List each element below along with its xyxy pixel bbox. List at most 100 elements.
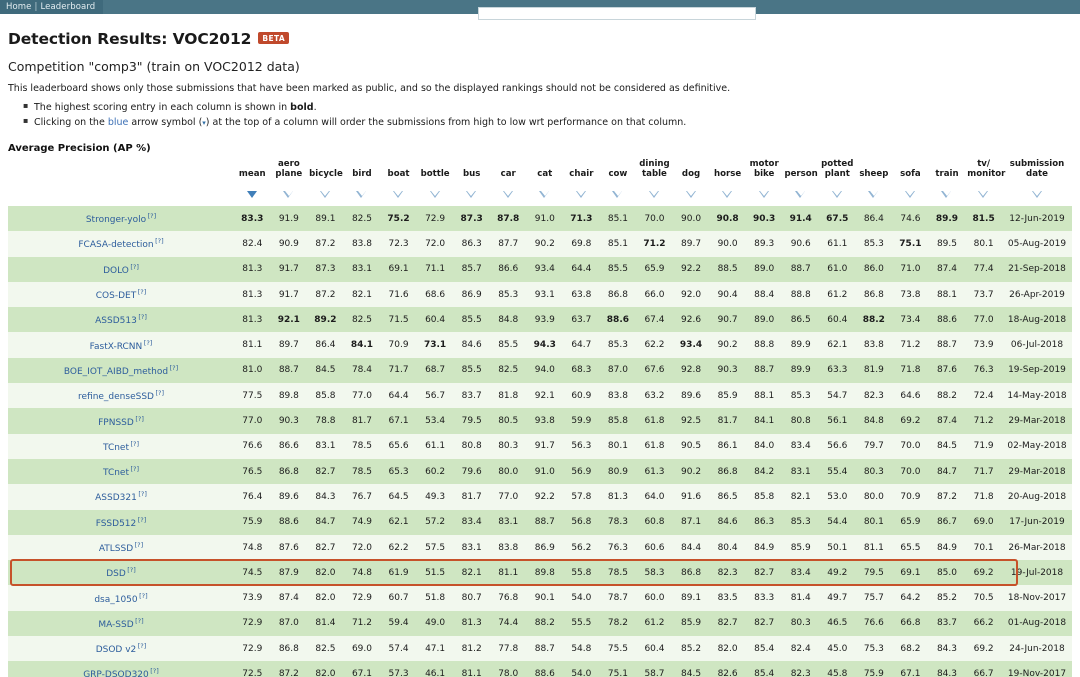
- sort-cell-tv[interactable]: [965, 181, 1002, 206]
- sort-triangle-icon-bottle[interactable]: [430, 191, 441, 198]
- sort-cell-bus[interactable]: [453, 181, 490, 206]
- reference-marker[interactable]: [?]: [155, 237, 164, 245]
- sort-triangle-icon-horse[interactable]: [722, 191, 733, 198]
- reference-marker[interactable]: [?]: [135, 541, 144, 549]
- table-row[interactable]: DOLO[?]81.391.787.383.169.171.185.786.69…: [8, 257, 1072, 282]
- reference-marker[interactable]: [?]: [127, 566, 136, 574]
- table-row[interactable]: FSSD512[?]75.988.684.774.962.157.283.483…: [8, 510, 1072, 535]
- method-name-cell[interactable]: DOLO[?]: [8, 257, 234, 282]
- table-row[interactable]: refine_denseSSD[?]77.589.885.877.064.456…: [8, 383, 1072, 408]
- sort-cell-dog[interactable]: [673, 181, 710, 206]
- reference-marker[interactable]: [?]: [130, 263, 139, 271]
- method-link[interactable]: DSD: [106, 569, 126, 579]
- method-name-cell[interactable]: ASSD513[?]: [8, 307, 234, 332]
- method-name-cell[interactable]: DSOD v2[?]: [8, 636, 234, 661]
- table-row[interactable]: Stronger-yolo[?]83.391.989.182.575.272.9…: [8, 206, 1072, 231]
- sort-triangle-icon-bus[interactable]: [466, 191, 477, 198]
- sort-cell-dining[interactable]: [636, 181, 673, 206]
- reference-marker[interactable]: [?]: [155, 389, 164, 397]
- reference-marker[interactable]: [?]: [150, 667, 159, 675]
- sort-triangle-icon-car[interactable]: [503, 191, 514, 198]
- table-row[interactable]: TCnet[?]76.686.683.178.565.661.180.880.3…: [8, 434, 1072, 459]
- method-link[interactable]: refine_denseSSD: [78, 392, 154, 402]
- method-name-cell[interactable]: dsa_1050[?]: [8, 585, 234, 610]
- method-name-cell[interactable]: refine_denseSSD[?]: [8, 383, 234, 408]
- method-name-cell[interactable]: TCnet[?]: [8, 434, 234, 459]
- sort-cell-bird[interactable]: [344, 181, 381, 206]
- sort-triangle-icon-mean[interactable]: [247, 191, 257, 198]
- sort-cell-date[interactable]: [1002, 181, 1072, 206]
- sort-triangle-icon-chair[interactable]: [576, 191, 587, 198]
- table-row[interactable]: FastX-RCNN[?]81.189.786.484.170.973.184.…: [8, 332, 1072, 357]
- sort-cell-chair[interactable]: [563, 181, 600, 206]
- method-name-cell[interactable]: DSD[?]: [8, 560, 234, 585]
- method-name-cell[interactable]: FPNSSD[?]: [8, 408, 234, 433]
- reference-marker[interactable]: [?]: [131, 465, 140, 473]
- table-row[interactable]: ASSD513[?]81.392.189.282.571.560.485.584…: [8, 307, 1072, 332]
- method-link[interactable]: Stronger-yolo: [86, 215, 146, 225]
- search-input[interactable]: [478, 7, 756, 20]
- breadcrumb-leaderboard[interactable]: Leaderboard: [40, 2, 95, 12]
- method-link[interactable]: MA-SSD: [98, 620, 133, 630]
- method-name-cell[interactable]: FCASA-detection[?]: [8, 231, 234, 256]
- sort-cell-sofa[interactable]: [892, 181, 929, 206]
- reference-marker[interactable]: [?]: [131, 440, 140, 448]
- table-row[interactable]: COS-DET[?]81.391.787.282.171.668.686.985…: [8, 282, 1072, 307]
- sort-cell-train[interactable]: [929, 181, 966, 206]
- method-link[interactable]: FPNSSD: [98, 418, 134, 428]
- method-name-cell[interactable]: Stronger-yolo[?]: [8, 206, 234, 231]
- sort-cell-car[interactable]: [490, 181, 527, 206]
- method-link[interactable]: ASSD513: [95, 316, 137, 326]
- method-link[interactable]: ASSD321: [95, 493, 137, 503]
- method-name-cell[interactable]: FSSD512[?]: [8, 510, 234, 535]
- sort-triangle-icon-tv[interactable]: [978, 191, 989, 198]
- method-name-cell[interactable]: FastX-RCNN[?]: [8, 332, 234, 357]
- method-link[interactable]: FCASA-detection: [78, 240, 153, 250]
- method-name-cell[interactable]: GRP-DSOD320[?]: [8, 661, 234, 677]
- reference-marker[interactable]: [?]: [138, 516, 147, 524]
- sort-cell-aero[interactable]: [271, 181, 308, 206]
- table-row[interactable]: MA-SSD[?]72.987.081.471.259.449.081.374.…: [8, 611, 1072, 636]
- sort-triangle-icon-dog[interactable]: [686, 191, 697, 198]
- reference-marker[interactable]: [?]: [138, 490, 147, 498]
- sort-triangle-icon-aero[interactable]: [283, 191, 294, 198]
- sort-triangle-icon-person[interactable]: [795, 191, 806, 198]
- sort-cell-cow[interactable]: [600, 181, 637, 206]
- table-row[interactable]: DSD[?]74.587.982.074.861.951.582.181.189…: [8, 560, 1072, 585]
- table-row[interactable]: FPNSSD[?]77.090.378.881.767.153.479.580.…: [8, 408, 1072, 433]
- sort-triangle-icon-motor[interactable]: [759, 191, 770, 198]
- sort-cell-cat[interactable]: [527, 181, 564, 206]
- method-name-cell[interactable]: ATLSSD[?]: [8, 535, 234, 560]
- sort-cell-horse[interactable]: [709, 181, 746, 206]
- sort-triangle-icon-sheep[interactable]: [868, 191, 879, 198]
- method-link[interactable]: FastX-RCNN: [90, 342, 143, 352]
- reference-marker[interactable]: [?]: [138, 313, 147, 321]
- method-name-cell[interactable]: MA-SSD[?]: [8, 611, 234, 636]
- sort-cell-person[interactable]: [782, 181, 819, 206]
- method-link[interactable]: DOLO: [103, 266, 129, 276]
- table-row[interactable]: ATLSSD[?]74.887.682.772.062.257.583.183.…: [8, 535, 1072, 560]
- sort-triangle-icon-bicycle[interactable]: [320, 191, 331, 198]
- reference-marker[interactable]: [?]: [148, 212, 157, 220]
- sort-cell-sheep[interactable]: [856, 181, 893, 206]
- sort-triangle-icon-potted[interactable]: [832, 191, 843, 198]
- reference-marker[interactable]: [?]: [170, 364, 179, 372]
- sort-triangle-icon-cat[interactable]: [539, 191, 550, 198]
- sort-triangle-icon-bird[interactable]: [356, 191, 367, 198]
- method-link[interactable]: GRP-DSOD320: [83, 670, 149, 677]
- method-link[interactable]: FSSD512: [96, 519, 137, 529]
- sort-cell-bicycle[interactable]: [307, 181, 344, 206]
- sort-triangle-icon-boat[interactable]: [393, 191, 404, 198]
- table-row[interactable]: BOE_IOT_AIBD_method[?]81.088.784.578.471…: [8, 358, 1072, 383]
- method-link[interactable]: TCnet: [103, 468, 129, 478]
- method-name-cell[interactable]: TCnet[?]: [8, 459, 234, 484]
- sort-triangle-icon-sofa[interactable]: [905, 191, 916, 198]
- method-link[interactable]: TCnet: [103, 443, 129, 453]
- breadcrumb-home[interactable]: Home: [6, 2, 32, 12]
- sort-triangle-icon-date[interactable]: [1032, 191, 1043, 198]
- method-link[interactable]: ATLSSD: [99, 544, 133, 554]
- sort-cell-bottle[interactable]: [417, 181, 454, 206]
- method-link[interactable]: dsa_1050: [94, 595, 137, 605]
- method-name-cell[interactable]: ASSD321[?]: [8, 484, 234, 509]
- sort-triangle-icon-dining[interactable]: [649, 191, 660, 198]
